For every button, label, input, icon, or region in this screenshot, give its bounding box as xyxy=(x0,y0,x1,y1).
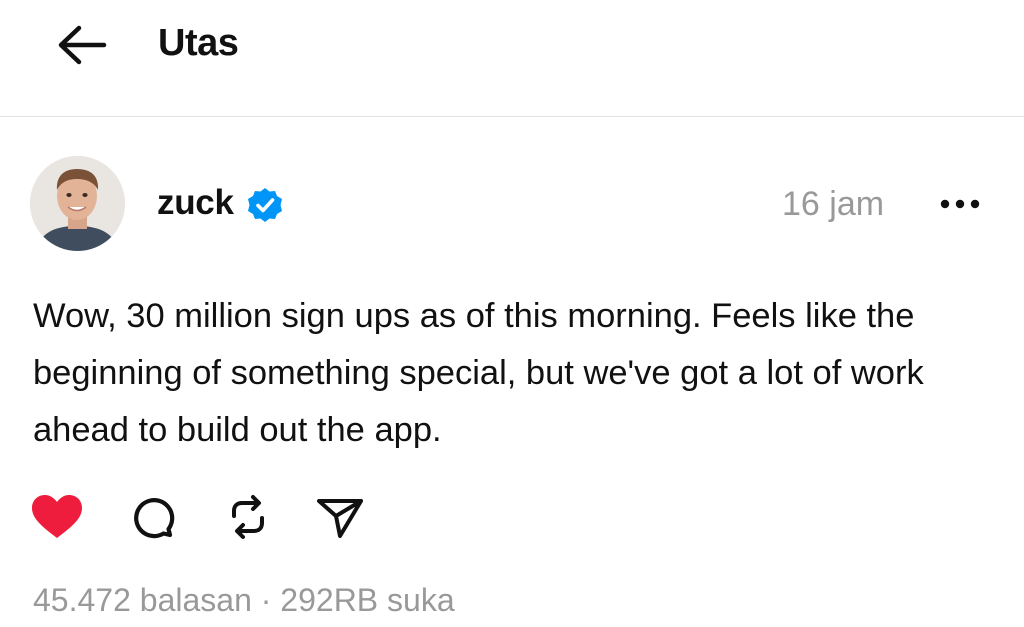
avatar[interactable] xyxy=(30,156,125,251)
verified-badge-icon xyxy=(246,186,284,224)
more-options-button[interactable] xyxy=(934,188,986,218)
reply-button[interactable] xyxy=(124,490,180,544)
send-icon xyxy=(317,499,363,538)
profile-photo xyxy=(30,156,125,251)
post-body: Wow, 30 million sign ups as of this morn… xyxy=(33,297,924,449)
back-button[interactable] xyxy=(52,24,108,66)
stats-separator: · xyxy=(260,582,272,618)
arrow-left-icon xyxy=(58,25,107,65)
post-timestamp: 16 jam xyxy=(782,185,885,223)
repost-icon xyxy=(232,495,264,539)
heart-filled-icon xyxy=(32,495,82,538)
page-title: Utas xyxy=(158,22,239,64)
post-stats: 45.472 balasan · 292RB suka xyxy=(33,580,455,620)
top-bar: Utas xyxy=(0,0,1024,117)
reply-count[interactable]: 45.472 balasan xyxy=(33,582,252,618)
share-button[interactable] xyxy=(312,490,368,544)
like-count[interactable]: 292RB suka xyxy=(280,582,454,618)
more-horizontal-icon xyxy=(940,199,980,209)
comment-icon xyxy=(134,498,175,539)
like-button[interactable] xyxy=(28,490,86,544)
repost-button[interactable] xyxy=(220,490,276,544)
username[interactable]: zuck xyxy=(157,182,234,224)
